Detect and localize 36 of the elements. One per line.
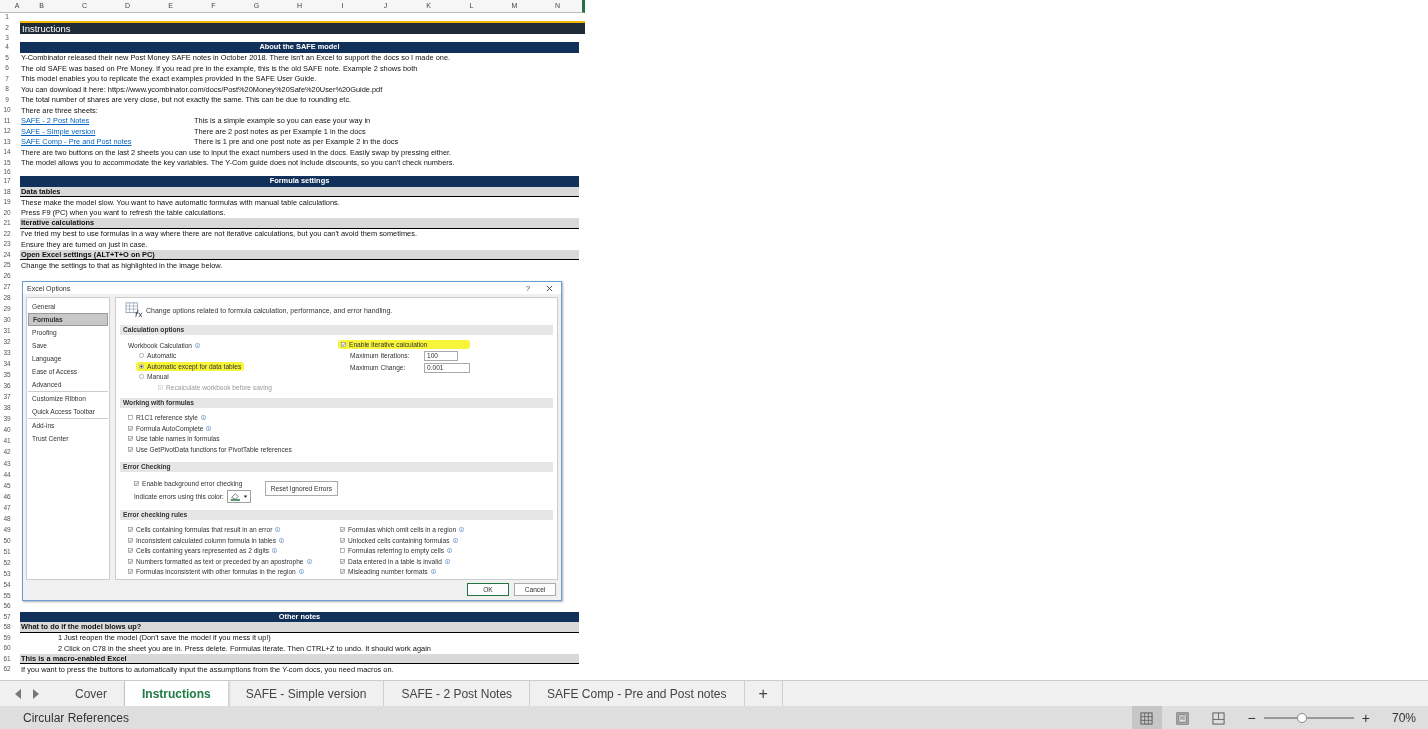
checkbox[interactable] [128,569,133,575]
slider-thumb[interactable] [1296,713,1307,723]
zoom-level: 70% [1391,711,1416,725]
previous-sheet-icon[interactable] [14,688,22,699]
checkbox[interactable] [128,548,133,554]
radio-button[interactable] [139,353,144,359]
checkbox[interactable] [128,537,133,543]
checkbox[interactable] [340,527,345,533]
zoom-out-button[interactable]: − [1247,710,1256,726]
checkbox[interactable] [340,558,345,564]
radio-button[interactable] [139,363,144,369]
color-picker[interactable] [226,489,251,503]
sheet-title: Instructions [20,21,585,34]
checkbox[interactable] [128,415,133,421]
zoom-in-button[interactable]: + [1361,710,1370,726]
radio-button[interactable] [139,374,144,380]
normal-view-button[interactable] [1131,706,1162,729]
checkbox[interactable] [340,548,345,554]
checkbox[interactable] [340,569,345,575]
close-icon[interactable] [546,284,553,292]
sheet-tab[interactable]: Instructions [125,681,229,706]
formula-icon [125,302,143,318]
checkbox[interactable] [128,527,133,533]
checkbox[interactable] [134,480,139,486]
next-sheet-icon[interactable] [32,688,40,699]
checkbox[interactable] [341,342,346,347]
page-icon [1176,711,1190,725]
info-icon [195,342,200,348]
grid-icon [1140,711,1154,725]
checkbox[interactable] [128,436,133,442]
checkbox[interactable] [340,537,345,543]
status-text: Circular References [23,711,130,725]
checkbox[interactable] [128,558,133,564]
checkbox[interactable] [128,446,133,452]
checkbox[interactable] [128,425,133,431]
page-break-icon [1212,711,1226,725]
